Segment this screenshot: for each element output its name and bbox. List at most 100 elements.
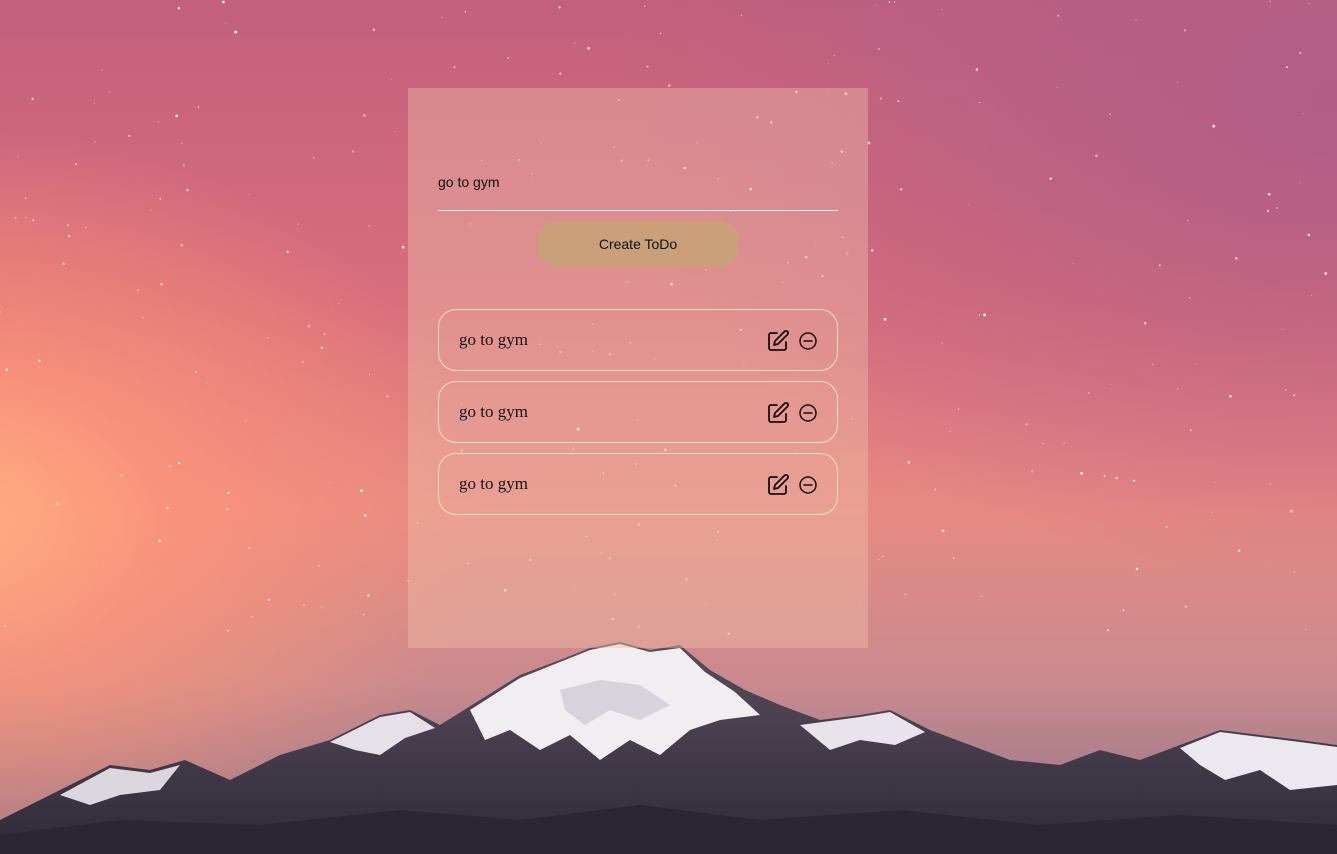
star [372, 28, 376, 32]
star [5, 368, 9, 371]
star [38, 359, 41, 362]
edit-icon[interactable] [766, 329, 790, 353]
star [356, 611, 358, 613]
star [394, 131, 396, 132]
star [740, 14, 743, 17]
star [559, 72, 562, 75]
remove-icon[interactable] [796, 329, 820, 353]
edit-icon[interactable] [766, 473, 790, 497]
star [983, 313, 987, 317]
star [1298, 51, 1302, 55]
remove-icon[interactable] [796, 473, 820, 497]
star [0, 310, 2, 313]
todo-item: go to gym [438, 309, 838, 371]
star [160, 282, 163, 286]
star [952, 557, 955, 559]
star [879, 97, 883, 100]
todo-list: go to gym go to gym go to gym [438, 309, 838, 525]
star [1103, 474, 1106, 477]
star [949, 430, 951, 432]
star [248, 194, 250, 196]
todo-item: go to gym [438, 453, 838, 515]
star [1195, 363, 1196, 365]
star [178, 462, 181, 465]
star [874, 4, 876, 6]
star [266, 336, 269, 339]
star [978, 314, 980, 316]
star [108, 91, 110, 93]
star [1284, 389, 1287, 391]
star [1177, 388, 1179, 390]
star [934, 488, 937, 491]
star [1184, 605, 1187, 608]
star [1282, 328, 1284, 330]
create-todo-button[interactable]: Create ToDo [538, 221, 738, 267]
star [120, 474, 123, 477]
star [587, 46, 591, 50]
star [318, 564, 321, 567]
star [362, 613, 365, 616]
star [1235, 256, 1238, 260]
star [175, 114, 178, 118]
star [136, 288, 140, 292]
star [907, 460, 911, 464]
star [870, 249, 874, 252]
star [883, 317, 887, 321]
todo-input[interactable] [438, 164, 838, 200]
star [368, 224, 370, 227]
star [464, 11, 467, 13]
todo-input-wrapper [438, 164, 838, 211]
star [1042, 442, 1044, 445]
star [195, 371, 198, 373]
star [1183, 29, 1187, 32]
star [574, 42, 576, 44]
star [1269, 0, 1271, 2]
edit-icon[interactable] [766, 401, 790, 425]
star [401, 245, 405, 249]
star [158, 539, 161, 543]
star [68, 235, 71, 238]
star [1266, 209, 1270, 213]
remove-icon[interactable] [796, 401, 820, 425]
star [1212, 124, 1216, 128]
star [888, 0, 891, 3]
star [186, 188, 189, 192]
star [363, 114, 366, 117]
star [1190, 429, 1192, 431]
star [165, 506, 169, 510]
star [1187, 219, 1189, 222]
star [1080, 471, 1084, 475]
star [14, 216, 17, 219]
star [302, 360, 305, 364]
star [323, 332, 326, 336]
star [1188, 296, 1191, 299]
star [1109, 113, 1111, 115]
todo-item: go to gym [438, 381, 838, 443]
star [94, 141, 96, 143]
star [331, 308, 332, 310]
star [227, 491, 230, 495]
star [507, 56, 510, 59]
star [1215, 481, 1217, 483]
star [1299, 182, 1301, 184]
star [453, 65, 456, 69]
star [957, 408, 960, 410]
todo-item-text: go to gym [459, 330, 528, 349]
star [222, 0, 225, 4]
star [1324, 271, 1328, 275]
star [1237, 549, 1241, 552]
star [17, 156, 19, 158]
star [168, 464, 172, 468]
star [833, 54, 836, 57]
star [1177, 82, 1179, 84]
star [878, 48, 880, 50]
star [101, 69, 103, 71]
star [941, 8, 943, 10]
star [297, 223, 300, 225]
todo-item-text: go to gym [459, 402, 528, 421]
star [207, 382, 209, 384]
star [1158, 264, 1161, 266]
star [878, 558, 880, 561]
star [1025, 423, 1028, 426]
star [329, 482, 331, 484]
